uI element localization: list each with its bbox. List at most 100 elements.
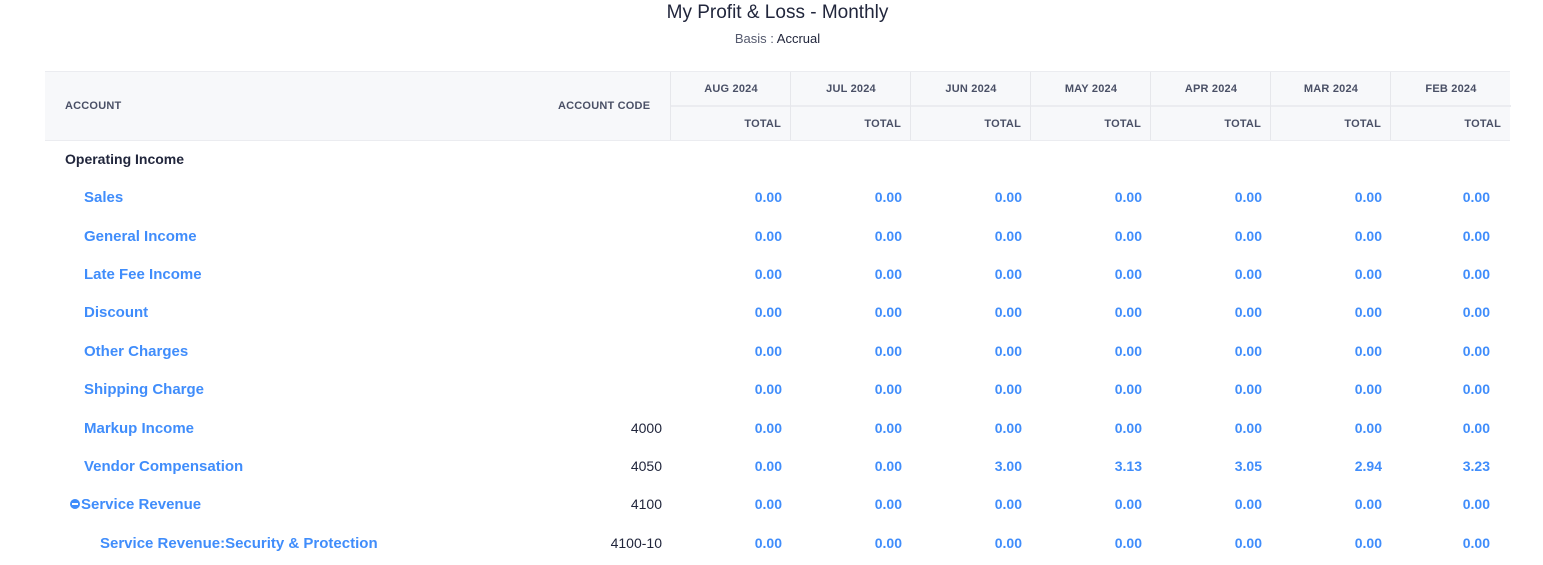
account-name-link[interactable]: Vendor Compensation bbox=[84, 458, 243, 475]
amount-cell[interactable]: 0.00 bbox=[1162, 189, 1262, 205]
amount-cell[interactable]: 0.00 bbox=[922, 420, 1022, 436]
amount-cell[interactable]: 3.00 bbox=[922, 458, 1022, 474]
amount-cell[interactable]: 0.00 bbox=[922, 381, 1022, 397]
amount-cell[interactable]: 0.00 bbox=[682, 304, 782, 320]
amount-cell[interactable]: 0.00 bbox=[802, 458, 902, 474]
amount-cell[interactable]: 0.00 bbox=[802, 266, 902, 282]
account-name-link[interactable]: Service Revenue:Security & Protection bbox=[100, 535, 378, 552]
amount-cell[interactable]: 3.13 bbox=[1042, 458, 1142, 474]
amount-cell[interactable]: 0.00 bbox=[1042, 189, 1142, 205]
amount-cell[interactable]: 3.05 bbox=[1162, 458, 1262, 474]
month-column-header: FEB 2024 TOTAL bbox=[1390, 72, 1511, 140]
amount-cell[interactable]: 0.00 bbox=[1390, 189, 1490, 205]
amount-cell[interactable]: 0.00 bbox=[1042, 420, 1142, 436]
collapse-minus-icon[interactable] bbox=[70, 499, 80, 510]
amount-cell[interactable]: 0.00 bbox=[1282, 228, 1382, 244]
amount-cell[interactable]: 0.00 bbox=[1390, 535, 1490, 551]
amount-cell[interactable]: 0.00 bbox=[1162, 343, 1262, 359]
amount-cell[interactable]: 2.94 bbox=[1282, 458, 1382, 474]
amount-cell[interactable]: 0.00 bbox=[1042, 266, 1142, 282]
amount-cell[interactable]: 0.00 bbox=[1390, 304, 1490, 320]
amount-cell[interactable]: 0.00 bbox=[922, 189, 1022, 205]
account-name-link[interactable]: General Income bbox=[84, 228, 197, 245]
month-label[interactable]: AUG 2024 bbox=[671, 83, 791, 95]
amount-cell[interactable]: 0.00 bbox=[1282, 343, 1382, 359]
amount-cell[interactable]: 0.00 bbox=[922, 228, 1022, 244]
section-heading-row: Operating Income bbox=[0, 141, 1543, 179]
month-label[interactable]: APR 2024 bbox=[1151, 83, 1271, 95]
account-name-link[interactable]: Discount bbox=[84, 304, 148, 321]
amount-cell[interactable]: 0.00 bbox=[1282, 266, 1382, 282]
account-name-link[interactable]: Other Charges bbox=[84, 343, 188, 360]
amount-cell[interactable]: 0.00 bbox=[1042, 496, 1142, 512]
report-title: My Profit & Loss - Monthly bbox=[666, 2, 889, 23]
amount-cell[interactable]: 0.00 bbox=[1390, 496, 1490, 512]
amount-cell[interactable]: 0.00 bbox=[1282, 420, 1382, 436]
amount-cell[interactable]: 0.00 bbox=[1282, 496, 1382, 512]
amount-cell[interactable]: 0.00 bbox=[1042, 535, 1142, 551]
amount-cell[interactable]: 0.00 bbox=[1390, 228, 1490, 244]
amount-cell[interactable]: 0.00 bbox=[922, 343, 1022, 359]
total-column-header: TOTAL bbox=[1224, 118, 1261, 130]
column-header-account-code[interactable]: ACCOUNT CODE bbox=[558, 100, 650, 112]
amount-cell[interactable]: 0.00 bbox=[682, 458, 782, 474]
amount-cell[interactable]: 0.00 bbox=[1282, 304, 1382, 320]
amount-cell[interactable]: 0.00 bbox=[1162, 304, 1262, 320]
amount-cell[interactable]: 0.00 bbox=[682, 266, 782, 282]
amount-cell[interactable]: 0.00 bbox=[682, 189, 782, 205]
amount-cell[interactable]: 3.23 bbox=[1390, 458, 1490, 474]
account-name-link[interactable]: Markup Income bbox=[84, 420, 194, 437]
account-name-link[interactable]: Shipping Charge bbox=[84, 381, 204, 398]
total-column-header: TOTAL bbox=[744, 118, 781, 130]
month-column-header: MAY 2024 TOTAL bbox=[1030, 72, 1151, 140]
amount-cell[interactable]: 0.00 bbox=[682, 343, 782, 359]
amount-cell[interactable]: 0.00 bbox=[1282, 535, 1382, 551]
amount-cell[interactable]: 0.00 bbox=[1042, 343, 1142, 359]
month-label[interactable]: JUN 2024 bbox=[911, 83, 1031, 95]
amount-cell[interactable]: 0.00 bbox=[1162, 496, 1262, 512]
account-name-link[interactable]: Sales bbox=[84, 189, 123, 206]
amount-cell[interactable]: 0.00 bbox=[802, 420, 902, 436]
amount-cell[interactable]: 0.00 bbox=[922, 266, 1022, 282]
amount-cell[interactable]: 0.00 bbox=[1162, 266, 1262, 282]
amount-cell[interactable]: 0.00 bbox=[802, 304, 902, 320]
amount-cell[interactable]: 0.00 bbox=[802, 535, 902, 551]
amount-cell[interactable]: 0.00 bbox=[802, 189, 902, 205]
month-label[interactable]: JUL 2024 bbox=[791, 83, 911, 95]
month-label[interactable]: MAY 2024 bbox=[1031, 83, 1151, 95]
account-code: 4100-10 bbox=[610, 535, 662, 551]
amount-cell[interactable]: 0.00 bbox=[802, 228, 902, 244]
account-name-link[interactable]: Late Fee Income bbox=[84, 266, 202, 283]
amount-cell[interactable]: 0.00 bbox=[802, 496, 902, 512]
amount-cell[interactable]: 0.00 bbox=[1282, 189, 1382, 205]
amount-cell[interactable]: 0.00 bbox=[682, 535, 782, 551]
amount-cell[interactable]: 0.00 bbox=[922, 496, 1022, 512]
month-column-header: AUG 2024 TOTAL bbox=[670, 72, 791, 140]
amount-cell[interactable]: 0.00 bbox=[1162, 228, 1262, 244]
amount-cell[interactable]: 0.00 bbox=[682, 420, 782, 436]
amount-cell[interactable]: 0.00 bbox=[802, 381, 902, 397]
amount-cell[interactable]: 0.00 bbox=[802, 343, 902, 359]
amount-cell[interactable]: 0.00 bbox=[1282, 381, 1382, 397]
amount-cell[interactable]: 0.00 bbox=[1390, 420, 1490, 436]
month-label[interactable]: FEB 2024 bbox=[1391, 83, 1511, 95]
amount-cell[interactable]: 0.00 bbox=[682, 228, 782, 244]
amount-cell[interactable]: 0.00 bbox=[1162, 420, 1262, 436]
month-column-header: JUL 2024 TOTAL bbox=[790, 72, 911, 140]
amount-cell[interactable]: 0.00 bbox=[1390, 343, 1490, 359]
month-column-header: APR 2024 TOTAL bbox=[1150, 72, 1271, 140]
amount-cell[interactable]: 0.00 bbox=[1042, 304, 1142, 320]
amount-cell[interactable]: 0.00 bbox=[682, 496, 782, 512]
amount-cell[interactable]: 0.00 bbox=[1390, 266, 1490, 282]
amount-cell[interactable]: 0.00 bbox=[682, 381, 782, 397]
month-label[interactable]: MAR 2024 bbox=[1271, 83, 1391, 95]
amount-cell[interactable]: 0.00 bbox=[922, 535, 1022, 551]
amount-cell[interactable]: 0.00 bbox=[1042, 228, 1142, 244]
amount-cell[interactable]: 0.00 bbox=[1162, 535, 1262, 551]
column-header-account[interactable]: ACCOUNT bbox=[65, 100, 121, 112]
amount-cell[interactable]: 0.00 bbox=[1042, 381, 1142, 397]
amount-cell[interactable]: 0.00 bbox=[922, 304, 1022, 320]
amount-cell[interactable]: 0.00 bbox=[1162, 381, 1262, 397]
account-name-link[interactable]: Service Revenue bbox=[70, 496, 201, 513]
amount-cell[interactable]: 0.00 bbox=[1390, 381, 1490, 397]
